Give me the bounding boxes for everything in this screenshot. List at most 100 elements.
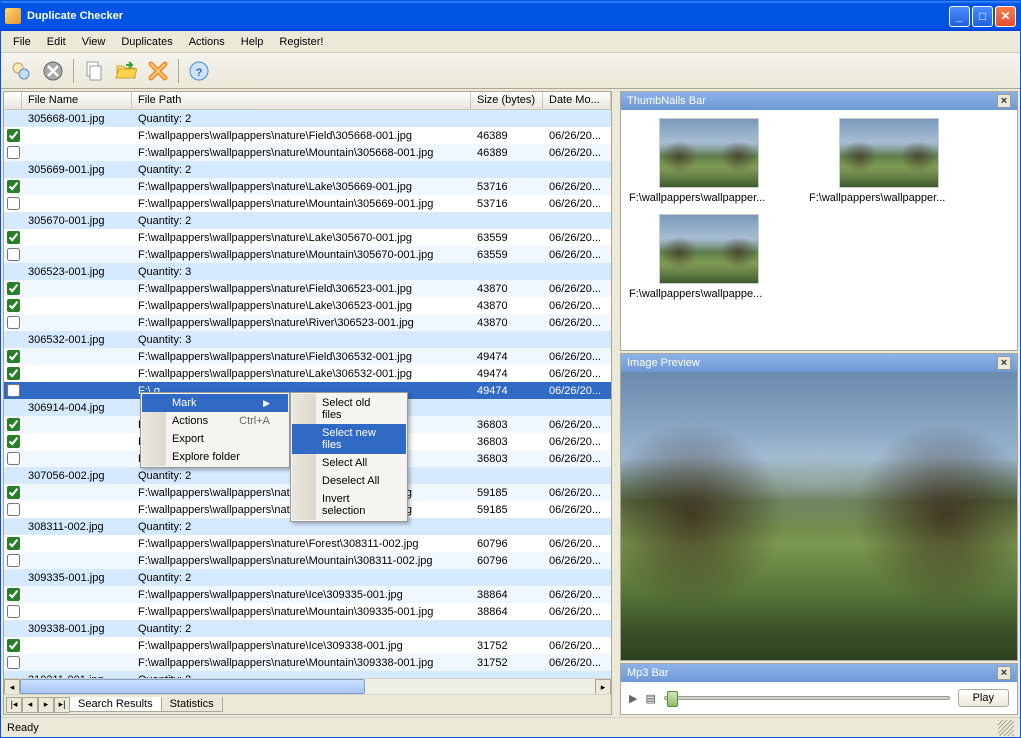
open-folder-button[interactable] xyxy=(112,57,140,85)
row-checkbox[interactable] xyxy=(4,179,22,194)
sheet-nav-button[interactable]: ▸| xyxy=(54,697,70,713)
row-checkbox[interactable] xyxy=(4,315,22,330)
group-row[interactable]: 306532-001.jpgQuantity: 3 xyxy=(4,331,611,348)
row-checkbox[interactable] xyxy=(4,638,22,653)
row-checkbox[interactable] xyxy=(4,577,22,579)
row-checkbox[interactable] xyxy=(4,366,22,381)
stop-button[interactable] xyxy=(39,57,67,85)
context-menu[interactable]: Mark▶ActionsCtrl+AExportExplore folder xyxy=(140,392,290,468)
find-duplicates-button[interactable] xyxy=(7,57,35,85)
sheet-nav-button[interactable]: |◂ xyxy=(6,697,22,713)
ctx-item-select-new-files[interactable]: Select new files xyxy=(292,424,406,454)
menu-view[interactable]: View xyxy=(74,34,114,50)
column-size[interactable]: Size (bytes) xyxy=(471,92,543,109)
sheet-nav-button[interactable]: ◂ xyxy=(22,697,38,713)
row-checkbox[interactable] xyxy=(4,128,22,143)
row-checkbox[interactable] xyxy=(4,655,22,670)
row-checkbox[interactable] xyxy=(4,553,22,568)
mp3-header[interactable]: Mp3 Bar × xyxy=(621,664,1017,682)
file-row[interactable]: F:\wallpappers\wallpappers\nature\Mounta… xyxy=(4,552,611,569)
column-filepath[interactable]: File Path xyxy=(132,92,471,109)
file-row[interactable]: F:\wallpappers\wallpappers\nature\Field\… xyxy=(4,348,611,365)
thumbnail-item[interactable]: F:\wallpappers\wallpapper... xyxy=(809,118,969,204)
ctx-item-mark[interactable]: Mark▶ xyxy=(142,394,288,412)
menu-edit[interactable]: Edit xyxy=(39,34,74,50)
scroll-right-icon[interactable]: ▸ xyxy=(595,679,611,695)
row-checkbox[interactable] xyxy=(4,220,22,222)
file-row[interactable]: F:\wallpappers\wallpappers\nature\Lake\3… xyxy=(4,178,611,195)
file-row[interactable]: F:\wallpappers\wallpappers\nature\Mounta… xyxy=(4,246,611,263)
row-checkbox[interactable] xyxy=(4,417,22,432)
row-checkbox[interactable] xyxy=(4,587,22,602)
column-filename[interactable]: File Name xyxy=(22,92,132,109)
row-checkbox[interactable] xyxy=(4,485,22,500)
help-button[interactable]: ? xyxy=(185,57,213,85)
thumbnail-item[interactable]: F:\wallpappers\wallpapper... xyxy=(629,118,789,204)
file-row[interactable]: F:\wallpappers\wallpappers\nature\Ice\30… xyxy=(4,586,611,603)
scroll-left-icon[interactable]: ◂ xyxy=(4,679,20,695)
preview-header[interactable]: Image Preview × xyxy=(621,354,1017,372)
new-button[interactable] xyxy=(80,57,108,85)
file-row[interactable]: F:\wallpappers\wallpappers\nature\Mounta… xyxy=(4,144,611,161)
horizontal-scrollbar[interactable]: ◂ ▸ xyxy=(4,678,611,694)
playlist-icon[interactable]: ▤ xyxy=(645,692,655,705)
file-row[interactable]: F:\wallpappers\wallpappers\nature\Field\… xyxy=(4,280,611,297)
menu-duplicates[interactable]: Duplicates xyxy=(113,34,180,50)
ctx-item-export[interactable]: Export xyxy=(142,430,288,448)
row-checkbox[interactable] xyxy=(4,502,22,517)
sheet-tab-search-results[interactable]: Search Results xyxy=(69,697,162,712)
row-checkbox[interactable] xyxy=(4,434,22,449)
row-checkbox[interactable] xyxy=(4,118,22,120)
ctx-item-select-old-files[interactable]: Select old files xyxy=(292,394,406,424)
file-row[interactable]: F:\wallpappers\wallpappers\nature\Mounta… xyxy=(4,654,611,671)
thumbnails-body[interactable]: F:\wallpappers\wallpapper...F:\wallpappe… xyxy=(621,110,1017,308)
ctx-item-deselect-all[interactable]: Deselect All xyxy=(292,472,406,490)
file-row[interactable]: F:\wallpappers\wallpappers\nature\Ice\30… xyxy=(4,637,611,654)
row-checkbox[interactable] xyxy=(4,271,22,273)
row-checkbox[interactable] xyxy=(4,298,22,313)
group-row[interactable]: 310211-001.jpgQuantity: 2 xyxy=(4,671,611,678)
delete-button[interactable] xyxy=(144,57,172,85)
menu-register[interactable]: Register! xyxy=(271,34,331,50)
file-row[interactable]: F:\wallpappers\wallpappers\nature\Forest… xyxy=(4,535,611,552)
thumbnail-item[interactable]: F:\wallpappers\wallpappe... xyxy=(629,214,789,300)
vertical-splitter[interactable] xyxy=(614,89,618,717)
row-checkbox[interactable] xyxy=(4,349,22,364)
minimize-button[interactable]: _ xyxy=(949,6,970,27)
ctx-item-explore-folder[interactable]: Explore folder xyxy=(142,448,288,466)
group-row[interactable]: 305669-001.jpgQuantity: 2 xyxy=(4,161,611,178)
column-date[interactable]: Date Mo... xyxy=(543,92,611,109)
menu-file[interactable]: File xyxy=(5,34,39,50)
context-submenu[interactable]: Select old filesSelect new filesSelect A… xyxy=(290,392,408,522)
sheet-tab-statistics[interactable]: Statistics xyxy=(161,697,223,712)
thumbnails-header[interactable]: ThumbNails Bar × xyxy=(621,92,1017,110)
row-checkbox[interactable] xyxy=(4,451,22,466)
row-checkbox[interactable] xyxy=(4,196,22,211)
row-checkbox[interactable] xyxy=(4,230,22,245)
row-checkbox[interactable] xyxy=(4,281,22,296)
row-checkbox[interactable] xyxy=(4,604,22,619)
file-row[interactable]: F:\wallpappers\wallpappers\nature\Mounta… xyxy=(4,195,611,212)
row-checkbox[interactable] xyxy=(4,526,22,528)
titlebar[interactable]: Duplicate Checker _ □ ✕ xyxy=(1,1,1020,31)
group-row[interactable]: 309335-001.jpgQuantity: 2 xyxy=(4,569,611,586)
group-row[interactable]: 305668-001.jpgQuantity: 2 xyxy=(4,110,611,127)
row-checkbox[interactable] xyxy=(4,475,22,477)
row-checkbox[interactable] xyxy=(4,628,22,630)
row-checkbox[interactable] xyxy=(4,145,22,160)
menu-actions[interactable]: Actions xyxy=(181,34,233,50)
sheet-nav-button[interactable]: ▸ xyxy=(38,697,54,713)
play-button[interactable]: Play xyxy=(958,689,1009,707)
row-checkbox[interactable] xyxy=(4,407,22,409)
row-checkbox[interactable] xyxy=(4,536,22,551)
ctx-item-actions[interactable]: ActionsCtrl+A xyxy=(142,412,288,430)
file-row[interactable]: F:\wallpappers\wallpappers\nature\Lake\3… xyxy=(4,229,611,246)
close-panel-icon[interactable]: × xyxy=(997,94,1011,108)
maximize-button[interactable]: □ xyxy=(972,6,993,27)
ctx-item-select-all[interactable]: Select All xyxy=(292,454,406,472)
row-checkbox[interactable] xyxy=(4,383,22,398)
row-checkbox[interactable] xyxy=(4,339,22,341)
group-row[interactable]: 306523-001.jpgQuantity: 3 xyxy=(4,263,611,280)
mp3-seek-slider[interactable] xyxy=(664,696,950,700)
close-button[interactable]: ✕ xyxy=(995,6,1016,27)
